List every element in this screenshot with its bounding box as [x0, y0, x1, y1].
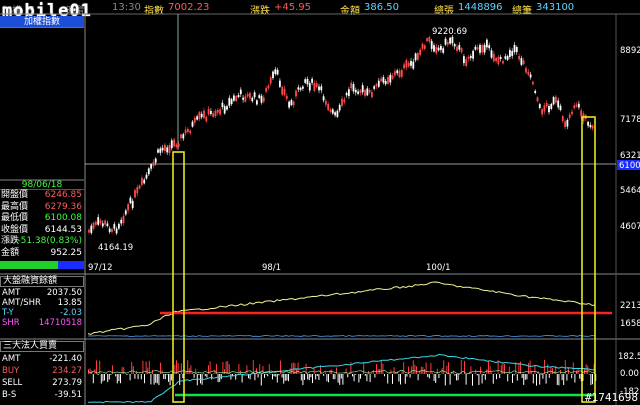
y-tick-3: 6321: [620, 151, 640, 161]
x-label-3: 100/1: [426, 263, 451, 273]
margin-y-tick-2: 1658: [620, 319, 640, 329]
chart-canvas[interactable]: 9220.69 4164.19 97/12 98/1 100/1 8892 71…: [0, 0, 640, 405]
high-price-label: 9220.69: [432, 27, 467, 37]
y-tick-4: 5464: [620, 186, 640, 196]
current-price-tag: 6100: [619, 161, 640, 171]
price-candlesticks: [88, 34, 594, 236]
stock-chart-window: 加權 日 時間 13:30 指數 7002.23 漲跌 +45.95 金額 38…: [0, 0, 640, 405]
y-tick-5: 4607: [620, 222, 640, 232]
margin-y-tick-1: 2213: [620, 301, 640, 311]
inst-y-tick-1: 182.5: [618, 352, 640, 362]
x-label-1: 97/12: [88, 263, 113, 273]
inst-y-tick-2: 0.00: [620, 369, 639, 379]
y-tick-1: 8892: [620, 46, 640, 56]
highlight-box-right: [581, 116, 596, 403]
x-label-2: 98/1: [262, 263, 281, 273]
margin-lines: [87, 281, 596, 337]
y-tick-2: 7178: [620, 115, 640, 125]
watermark: #1741698: [585, 391, 638, 404]
low-price-label: 4164.19: [98, 243, 133, 253]
